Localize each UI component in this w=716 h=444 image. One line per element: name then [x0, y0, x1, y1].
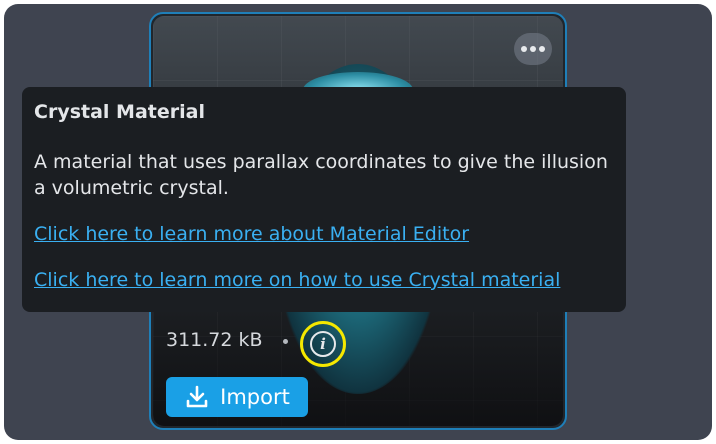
file-size-label: 311.72 kB — [166, 329, 263, 351]
material-info-tooltip: Crystal Material A material that uses pa… — [22, 87, 626, 312]
tooltip-title: Crystal Material — [34, 101, 205, 123]
info-button[interactable]: i — [300, 321, 346, 367]
import-button[interactable]: Import — [166, 377, 308, 417]
material-editor-link[interactable]: Click here to learn more about Material … — [34, 223, 614, 245]
separator-dot — [283, 339, 288, 344]
more-options-icon — [521, 46, 527, 52]
tooltip-description: A material that uses parallax coordinate… — [34, 151, 608, 199]
import-label: Import — [220, 385, 290, 409]
info-icon: i — [310, 331, 336, 357]
crystal-material-link[interactable]: Click here to learn more on how to use C… — [34, 269, 614, 291]
more-options-button[interactable] — [514, 33, 552, 65]
download-icon — [186, 385, 208, 408]
